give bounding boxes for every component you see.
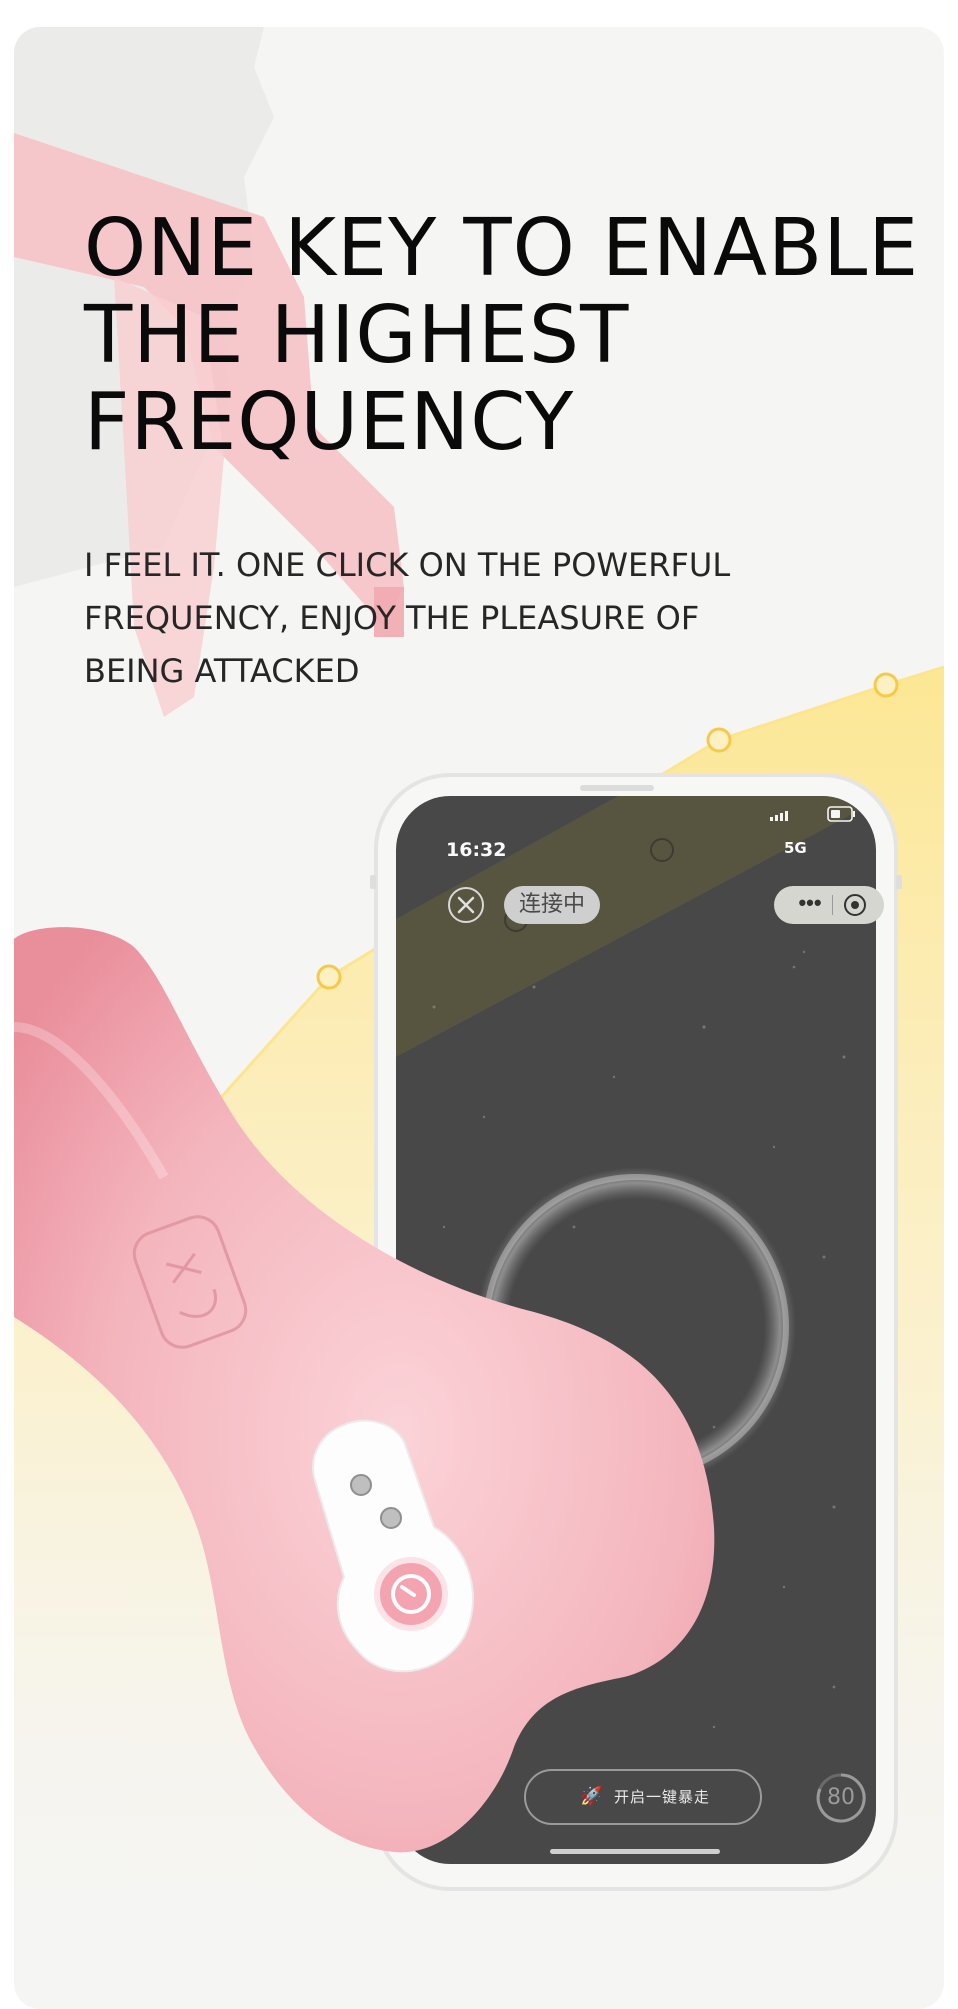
charging-contact	[350, 1474, 372, 1496]
headline: ONE KEY TO ENABLE THE HIGHEST FREQUENCY	[84, 205, 919, 466]
charging-contact	[380, 1507, 402, 1529]
chart-point	[873, 672, 899, 698]
target-icon[interactable]	[844, 894, 866, 916]
status-time: 16:32	[446, 839, 507, 861]
subtext-line-3: BEING ATTACKED	[84, 652, 360, 690]
chart-point	[706, 727, 732, 753]
connection-status-badge: 连接中	[504, 886, 600, 924]
headline-line-1: ONE KEY TO ENABLE	[84, 202, 920, 294]
subtext-line-1: I FEEL IT. ONE CLICK ON THE POWERFUL	[84, 546, 731, 584]
boost-button-label: 开启一键暴走	[614, 1788, 711, 1806]
promo-card: ONE KEY TO ENABLE THE HIGHEST FREQUENCY …	[14, 27, 944, 2009]
close-icon	[457, 896, 475, 914]
status-network: 5G	[784, 839, 807, 857]
one-key-boost-button[interactable]: 🚀 开启一键暴走	[524, 1769, 762, 1825]
miniapp-capsule: •••	[774, 886, 884, 924]
rocket-icon: 🚀	[580, 1786, 603, 1807]
subtext-line-2: FREQUENCY, ENJOY THE PLEASURE OF	[84, 599, 700, 637]
headline-line-2: THE HIGHEST	[84, 289, 630, 381]
phone-speaker	[580, 785, 654, 791]
phone-side-button-right	[896, 875, 902, 889]
chart-point	[316, 964, 342, 990]
intensity-level-gauge: 80	[814, 1771, 868, 1825]
intensity-level-value: 80	[827, 1785, 855, 1810]
capsule-divider	[832, 895, 833, 915]
subtext: I FEEL IT. ONE CLICK ON THE POWERFUL FRE…	[84, 539, 730, 698]
close-button[interactable]	[448, 887, 484, 923]
headline-line-3: FREQUENCY	[84, 376, 575, 468]
more-dots-icon[interactable]: •••	[788, 886, 832, 924]
phone-side-button	[370, 875, 376, 889]
